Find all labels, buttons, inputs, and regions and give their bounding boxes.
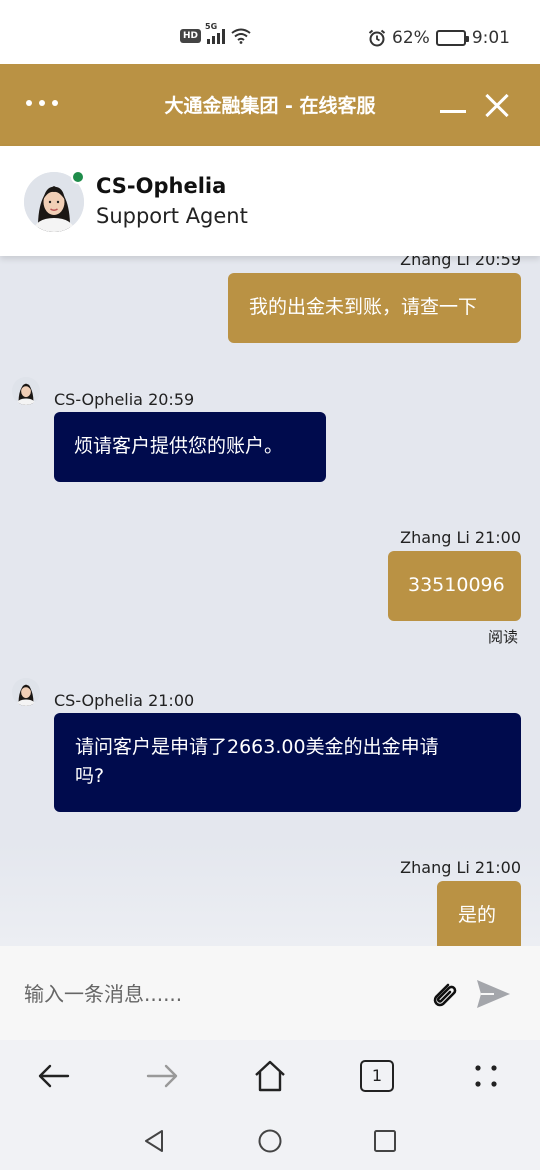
back-arrow-icon[interactable] — [36, 1058, 72, 1094]
system-navigation-bar — [0, 1112, 540, 1170]
incoming-message-bubble[interactable]: 请问客户是申请了2663.00美金的出金申请 吗? — [54, 713, 521, 812]
status-bar-right: 62% 9:01 — [368, 28, 510, 48]
status-bar-left: HD 5G — [180, 22, 251, 44]
alarm-icon — [368, 29, 386, 47]
agent-avatar-small — [12, 377, 40, 405]
chat-message-list[interactable]: Zhang Li 20:59 我的出金未到账，请查一下 CS-Ophelia 2… — [0, 256, 540, 946]
more-icon[interactable] — [468, 1058, 504, 1094]
outgoing-message-bubble[interactable]: 我的出金未到账，请查一下 — [228, 273, 521, 343]
agent-info-bar — [0, 146, 540, 256]
message-sender-time: Zhang Li 20:59 — [400, 256, 521, 269]
paperclip-icon[interactable] — [426, 976, 462, 1012]
message-line: 请问客户是申请了2663.00美金的出金申请 — [75, 736, 439, 758]
incoming-message-bubble[interactable]: 烦请客户提供您的账户。 — [54, 412, 326, 482]
tabs-icon[interactable]: 1 — [360, 1060, 394, 1092]
clock: 9:01 — [471, 28, 510, 48]
message-sender-time: Zhang Li 21:00 — [400, 528, 521, 547]
outgoing-message-bubble[interactable]: 是的 — [437, 881, 521, 946]
outgoing-message-bubble[interactable]: 33510096 — [388, 551, 521, 621]
message-sender-time: CS-Ophelia 20:59 — [54, 390, 195, 409]
agent-avatar-small — [12, 678, 40, 706]
network-type: 5G — [205, 22, 218, 31]
signal-icon: 5G — [205, 22, 226, 44]
close-icon[interactable] — [484, 93, 510, 119]
message-line: 吗? — [75, 765, 105, 787]
forward-arrow-icon[interactable] — [144, 1058, 180, 1094]
online-status-dot — [71, 170, 85, 184]
send-icon[interactable] — [474, 976, 512, 1012]
page-title: 大通金融集团 - 在线客服 — [164, 95, 376, 117]
hd-badge: HD — [180, 29, 202, 43]
home-icon[interactable] — [252, 1058, 288, 1094]
battery-percent: 62% — [392, 28, 430, 48]
read-receipt: 阅读 — [488, 628, 519, 646]
recents-square-icon[interactable] — [372, 1128, 398, 1154]
message-composer — [0, 946, 540, 1040]
chat-header: 大通金融集团 - 在线客服 — [0, 64, 540, 146]
agent-role: Support Agent — [96, 204, 248, 228]
agent-name: CS-Ophelia — [96, 174, 227, 198]
message-sender-time: CS-Ophelia 21:00 — [54, 691, 195, 710]
battery-icon — [435, 30, 469, 46]
home-circle-icon[interactable] — [257, 1128, 283, 1154]
browser-navigation-bar: 1 — [0, 1040, 540, 1112]
back-triangle-icon[interactable] — [142, 1128, 168, 1154]
message-sender-time: Zhang Li 21:00 — [400, 858, 521, 877]
message-input[interactable] — [24, 974, 404, 1014]
minimize-icon[interactable] — [440, 110, 466, 113]
status-bar: HD 5G 62% 9:01 — [0, 0, 540, 64]
wifi-icon — [231, 28, 251, 44]
